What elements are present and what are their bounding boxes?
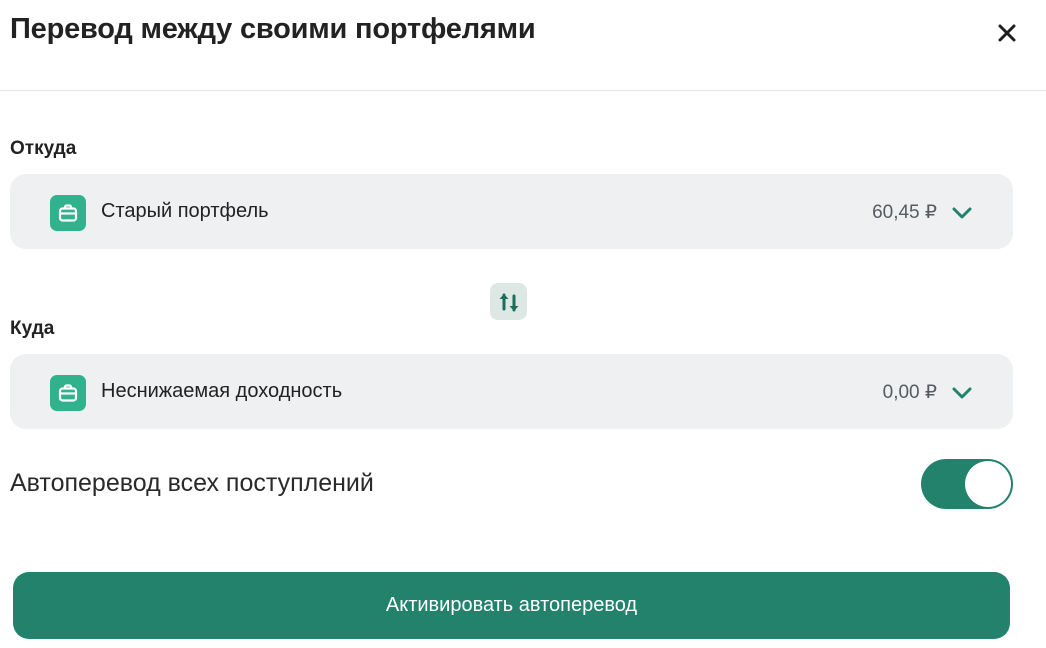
auto-transfer-label: Автоперевод всех поступлений: [10, 469, 374, 497]
close-button[interactable]: [992, 18, 1022, 48]
to-portfolio-select[interactable]: Неснижаемая доходность 0,00 ₽: [10, 354, 1013, 429]
chevron-down-icon: [952, 207, 972, 219]
to-portfolio-name: Неснижаемая доходность: [101, 380, 343, 402]
toggle-knob: [965, 461, 1011, 507]
to-label: Куда: [10, 318, 55, 339]
swap-button[interactable]: [490, 283, 527, 320]
header-divider: [0, 90, 1046, 91]
transfer-dialog: Перевод между своими портфелями Откуда С…: [0, 0, 1046, 648]
from-portfolio-select[interactable]: Старый портфель 60,45 ₽: [10, 174, 1013, 249]
chevron-down-icon: [952, 387, 972, 399]
from-portfolio-amount: 60,45 ₽: [872, 202, 937, 223]
close-icon: [998, 24, 1016, 42]
swap-arrows-icon: [499, 293, 518, 311]
dialog-title: Перевод между своими портфелями: [10, 13, 536, 45]
briefcase-icon: [50, 375, 86, 411]
to-portfolio-amount: 0,00 ₽: [882, 382, 937, 403]
auto-transfer-toggle[interactable]: [921, 459, 1013, 509]
from-label: Откуда: [10, 138, 77, 159]
activate-auto-transfer-button[interactable]: Активировать автоперевод: [13, 572, 1010, 639]
briefcase-icon: [50, 195, 86, 231]
from-portfolio-name: Старый портфель: [101, 200, 269, 222]
